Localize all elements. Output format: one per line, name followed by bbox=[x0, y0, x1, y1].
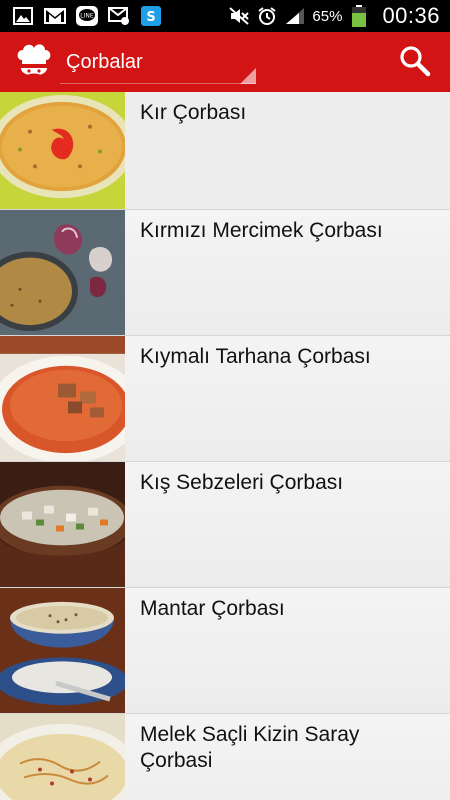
recipe-title: Melek Saçli Kizin Saray Çorbasi bbox=[140, 723, 360, 772]
recipe-title: Kıymalı Tarhana Çorbası bbox=[140, 345, 371, 368]
recipe-row[interactable]: Kıymalı Tarhana Çorbası bbox=[0, 336, 450, 462]
spinner-underline bbox=[60, 83, 256, 84]
battery-icon bbox=[348, 5, 370, 27]
gmail-icon bbox=[44, 6, 66, 26]
svg-text:LINE: LINE bbox=[80, 13, 94, 20]
recipe-thumbnail bbox=[0, 210, 125, 335]
gallery-icon bbox=[12, 6, 34, 26]
recipe-row[interactable]: Mantar Çorbası bbox=[0, 588, 450, 714]
skype-icon: S bbox=[140, 6, 162, 26]
notification-icons: LINE S bbox=[0, 6, 162, 26]
signal-icon bbox=[284, 6, 306, 26]
mute-icon bbox=[228, 6, 250, 26]
message-icon bbox=[108, 6, 130, 26]
recipe-list[interactable]: Kır Çorbası Kırmızı Mercimek Çorbası Kıy… bbox=[0, 92, 450, 800]
chef-logo-icon[interactable] bbox=[14, 42, 54, 82]
recipe-thumbnail bbox=[0, 92, 125, 209]
system-icons: 65% 00:36 bbox=[228, 3, 450, 29]
clock: 00:36 bbox=[382, 3, 440, 28]
recipe-title: Kır Çorbası bbox=[140, 101, 247, 124]
svg-text:S: S bbox=[146, 10, 155, 25]
recipe-title: Kırmızı Mercimek Çorbası bbox=[140, 219, 383, 242]
recipe-row[interactable]: Kış Sebzeleri Çorbası bbox=[0, 462, 450, 588]
status-bar: LINE S 65% 00:36 bbox=[0, 0, 450, 32]
alarm-icon bbox=[256, 6, 278, 26]
recipe-title: Kış Sebzeleri Çorbası bbox=[140, 471, 344, 494]
line-icon: LINE bbox=[76, 6, 98, 26]
category-spinner-title[interactable]: Çorbalar bbox=[66, 51, 143, 74]
recipe-row[interactable]: Kır Çorbası bbox=[0, 92, 450, 210]
search-icon[interactable] bbox=[398, 44, 432, 78]
recipe-thumbnail bbox=[0, 714, 125, 800]
recipe-row[interactable]: Kırmızı Mercimek Çorbası bbox=[0, 210, 450, 336]
recipe-thumbnail bbox=[0, 588, 125, 713]
recipe-thumbnail bbox=[0, 336, 125, 461]
recipe-title: Mantar Çorbası bbox=[140, 597, 285, 620]
recipe-thumbnail bbox=[0, 462, 125, 587]
recipe-row[interactable]: Melek Saçli Kizin Saray Çorbasi bbox=[0, 714, 450, 800]
spinner-dropdown-icon[interactable] bbox=[240, 68, 256, 84]
battery-percent: 65% bbox=[312, 7, 343, 25]
